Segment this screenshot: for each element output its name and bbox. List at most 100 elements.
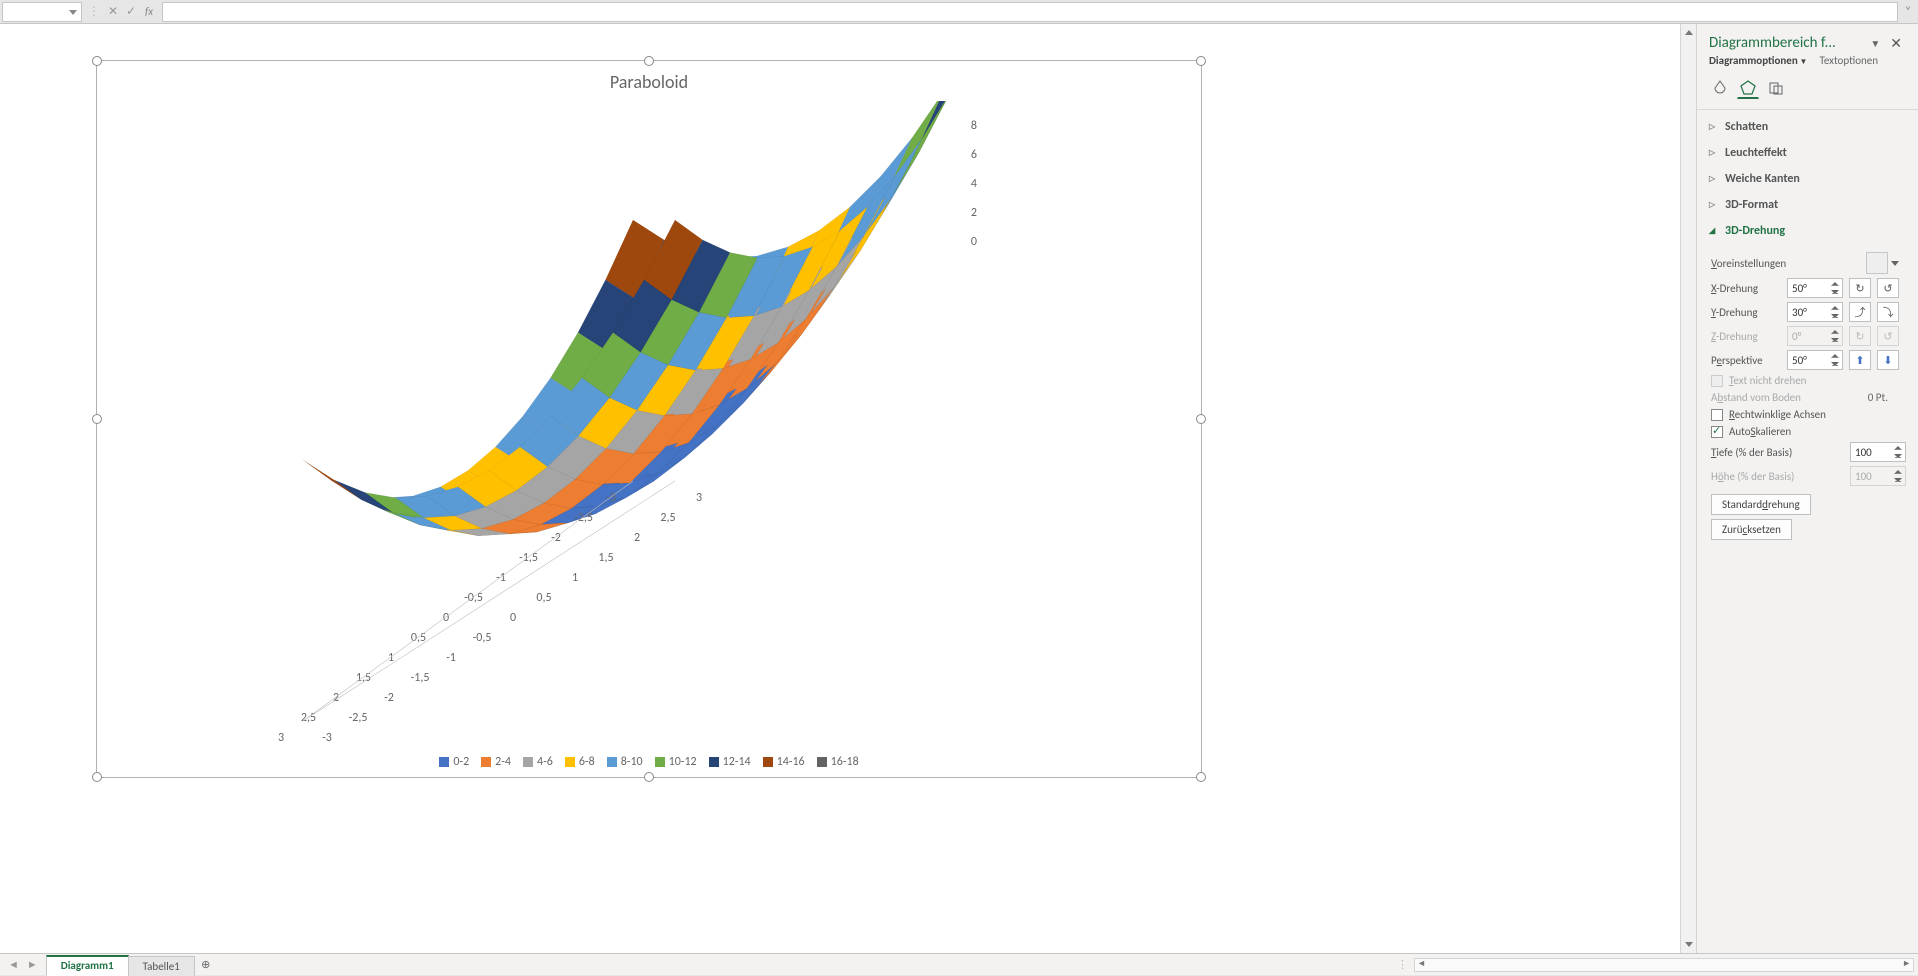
tab-diagram-options[interactable]: Diagrammoptionen	[1709, 54, 1807, 67]
legend-label: 12-14	[723, 755, 751, 769]
section-schatten[interactable]: ▷Schatten	[1705, 114, 1910, 140]
legend-item[interactable]: 6-8	[565, 755, 595, 769]
panel-body: ▷Schatten ▷Leuchteffekt ▷Weiche Kanten ▷…	[1697, 110, 1918, 953]
legend-swatch	[607, 757, 617, 767]
x-tick-label: 3	[278, 731, 284, 741]
presets-label: VVoreinstellungenoreinstellungen	[1711, 257, 1860, 270]
vertical-scrollbar[interactable]	[1680, 24, 1696, 953]
legend-swatch	[565, 757, 575, 767]
cancel-icon[interactable]: ✕	[104, 4, 122, 19]
panel-category-icons	[1697, 71, 1918, 110]
main-area: Paraboloid 024681012141618-3-2,5-2-1,5-1…	[0, 24, 1918, 953]
formula-input[interactable]	[162, 2, 1898, 22]
x-tick-label: -2	[551, 531, 561, 545]
legend-item[interactable]: 2-4	[481, 755, 511, 769]
effects-icon[interactable]	[1737, 77, 1759, 99]
legend-item[interactable]: 16-18	[817, 755, 859, 769]
resize-handle[interactable]	[644, 56, 654, 66]
rotate-y-up-icon[interactable]: ⤴	[1849, 302, 1871, 322]
legend-item[interactable]: 14-16	[763, 755, 805, 769]
legend-label: 6-8	[579, 755, 595, 769]
add-sheet-button[interactable]: ⊕	[194, 954, 218, 975]
section-3d-drehung[interactable]: ◢3D-Drehung	[1705, 218, 1910, 244]
legend-item[interactable]: 10-12	[655, 755, 697, 769]
section-3d-format[interactable]: ▷3D-Format	[1705, 192, 1910, 218]
chart-plot[interactable]: 024681012141618-3-2,5-2-1,5-1-0,500,511,…	[97, 101, 1201, 741]
legend-item[interactable]: 4-6	[523, 755, 553, 769]
chart-canvas[interactable]: Paraboloid 024681012141618-3-2,5-2-1,5-1…	[0, 24, 1680, 953]
z-tick-label: 0	[971, 235, 977, 249]
z-tick-label: 2	[971, 206, 977, 220]
rotate-z-cw-icon: ↻	[1849, 326, 1871, 346]
enter-icon[interactable]: ✓	[122, 4, 140, 19]
z-tick-label: 6	[971, 148, 977, 162]
presets-button[interactable]	[1866, 252, 1888, 274]
perspective-down-icon[interactable]: ⬇	[1877, 350, 1899, 370]
resize-handle[interactable]	[1196, 56, 1206, 66]
size-icon[interactable]	[1765, 77, 1787, 99]
reset-button[interactable]: Zurücksetzen	[1711, 519, 1792, 540]
depth-input[interactable]: 100	[1850, 442, 1906, 462]
x-tick-label: -1	[496, 571, 506, 585]
x-tick-label: -2,5	[574, 511, 593, 525]
legend-label: 16-18	[831, 755, 859, 769]
rotate-y-down-icon[interactable]: ⤵	[1877, 302, 1899, 322]
perspective-label: Perspektive	[1711, 354, 1781, 367]
fill-icon[interactable]	[1709, 77, 1731, 99]
perspective-up-icon[interactable]: ⬆	[1849, 350, 1871, 370]
resize-handle[interactable]	[644, 772, 654, 782]
chart-legend[interactable]: 0-2 2-4 4-6 6-8 8-10 10-12 12-14 14-16 16-18	[97, 755, 1201, 771]
rotate-x-left-icon[interactable]: ↻	[1849, 278, 1871, 298]
z-tick-label: 4	[971, 177, 977, 191]
no-text-rotate-label: Text nicht drehen	[1729, 374, 1806, 387]
section-leuchteffekt[interactable]: ▷Leuchteffekt	[1705, 140, 1910, 166]
default-rotation-button[interactable]: Standarddrehung	[1711, 494, 1811, 515]
right-angle-axes-label: Rechtwinklige Achsen	[1729, 408, 1826, 421]
legend-label: 4-6	[537, 755, 553, 769]
sheet-nav[interactable]: ◄ ►	[0, 954, 46, 975]
y-tick-label: -1	[446, 651, 456, 665]
expand-formula-icon[interactable]: ˅	[1898, 5, 1918, 19]
right-angle-axes-checkbox[interactable]	[1711, 409, 1723, 421]
legend-swatch	[709, 757, 719, 767]
chart-title[interactable]: Paraboloid	[97, 61, 1201, 97]
close-icon[interactable]: ✕	[1884, 35, 1908, 52]
section-weiche-kanten[interactable]: ▷Weiche Kanten	[1705, 166, 1910, 192]
autoscale-checkbox[interactable]	[1711, 426, 1723, 438]
resize-handle[interactable]	[1196, 772, 1206, 782]
legend-item[interactable]: 0-2	[439, 755, 469, 769]
horizontal-scrollbar[interactable]	[1414, 958, 1914, 972]
sheet-nav-prev-icon[interactable]: ◄	[8, 958, 19, 971]
legend-swatch	[439, 757, 449, 767]
rotate-z-ccw-icon: ↺	[1877, 326, 1899, 346]
tab-text-options[interactable]: Textoptionen	[1819, 54, 1878, 67]
panel-tabs: Diagrammoptionen Textoptionen	[1697, 54, 1918, 71]
x-rotation-label: X-Drehung	[1711, 282, 1781, 295]
rotate-x-right-icon[interactable]: ↺	[1877, 278, 1899, 298]
name-box[interactable]	[2, 2, 82, 22]
chart-selection[interactable]: Paraboloid 024681012141618-3-2,5-2-1,5-1…	[96, 60, 1202, 778]
resize-handle[interactable]	[92, 56, 102, 66]
ground-distance-value: 0 Pt.	[1868, 391, 1888, 404]
y-tick-label: 3	[696, 491, 702, 505]
sheet-tab-diagramm1[interactable]: Diagramm1	[46, 955, 129, 976]
autoscale-label: AutoSkalieren	[1729, 425, 1791, 438]
sheet-tab-tabelle1[interactable]: Tabelle1	[128, 956, 195, 976]
y-rotation-input[interactable]: 30°	[1787, 302, 1843, 322]
x-rotation-input[interactable]: 50°	[1787, 278, 1843, 298]
y-tick-label: 0,5	[536, 591, 551, 605]
legend-item[interactable]: 12-14	[709, 755, 751, 769]
sheet-nav-next-icon[interactable]: ►	[27, 958, 38, 971]
panel-dropdown-icon[interactable]: ▼	[1866, 37, 1884, 50]
legend-swatch	[763, 757, 773, 767]
legend-item[interactable]: 8-10	[607, 755, 643, 769]
perspective-input[interactable]: 50°	[1787, 350, 1843, 370]
legend-label: 0-2	[453, 755, 469, 769]
fx-icon[interactable]: fx	[140, 5, 158, 18]
resize-handle[interactable]	[92, 772, 102, 782]
x-tick-label: 0	[443, 611, 449, 625]
x-tick-label: -0,5	[464, 591, 483, 605]
y-rotation-label: Y-Drehung	[1711, 306, 1781, 319]
x-tick-label: -3	[606, 491, 616, 505]
y-tick-label: -2	[384, 691, 394, 705]
